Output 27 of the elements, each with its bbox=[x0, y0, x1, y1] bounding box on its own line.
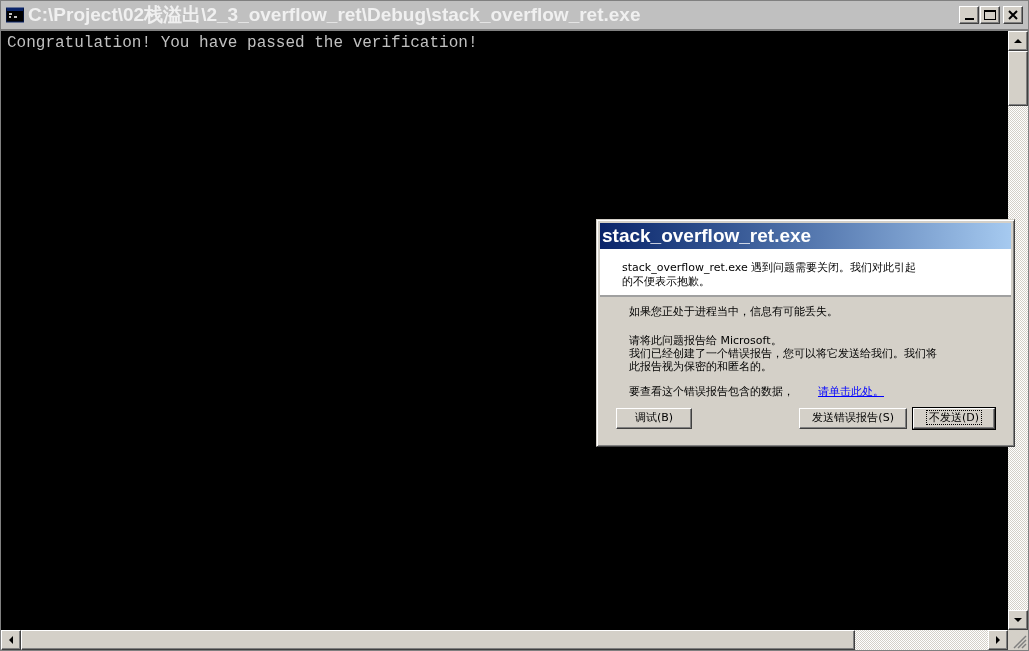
minimize-icon bbox=[964, 18, 974, 20]
right-arrow-icon bbox=[996, 636, 1000, 644]
details-link[interactable]: 请单击此处。 bbox=[818, 385, 884, 398]
dialog-button[interactable]: 不发送(D) bbox=[912, 407, 995, 429]
scroll-thumb[interactable] bbox=[21, 630, 855, 650]
scroll-right-button[interactable] bbox=[988, 630, 1008, 650]
close-icon bbox=[1008, 10, 1018, 20]
message-text: 如果您正处于进程当中，信息有可能丢失。 bbox=[629, 305, 839, 318]
minimize-button[interactable] bbox=[959, 6, 979, 24]
up-arrow-icon bbox=[1014, 39, 1022, 43]
scroll-up-button[interactable] bbox=[1008, 31, 1028, 51]
left-arrow-icon bbox=[9, 636, 13, 644]
dialog-button[interactable]: 调试(B) bbox=[616, 407, 692, 429]
maximize-button[interactable] bbox=[980, 6, 1000, 24]
scroll-left-button[interactable] bbox=[1, 630, 21, 650]
close-button[interactable] bbox=[1003, 6, 1023, 24]
message-text: 要查看这个错误报告包含的数据， bbox=[629, 385, 794, 398]
message-text: 请将此问题报告给 Microsoft。 我们已经创建了一个错误报告，您可以将它发送给我们。我们将 此报告视为保密的和匿名的。 bbox=[629, 334, 938, 373]
scroll-down-button[interactable] bbox=[1008, 610, 1028, 630]
dialog-button[interactable]: 发送错误报告(S) bbox=[799, 407, 907, 429]
maximize-icon bbox=[984, 10, 996, 20]
down-arrow-icon bbox=[1014, 618, 1022, 622]
console-line: Congratulation! You have passed the verification! bbox=[7, 33, 479, 53]
scroll-thumb[interactable] bbox=[1008, 51, 1028, 106]
dialog-title: stack_overflow_ret.exe bbox=[602, 223, 812, 248]
header-message: stack_overflow_ret.exe 遇到问题需要关闭。我们对此引起 的不便表示抱歉。 bbox=[622, 261, 918, 289]
console-icon bbox=[6, 7, 24, 23]
